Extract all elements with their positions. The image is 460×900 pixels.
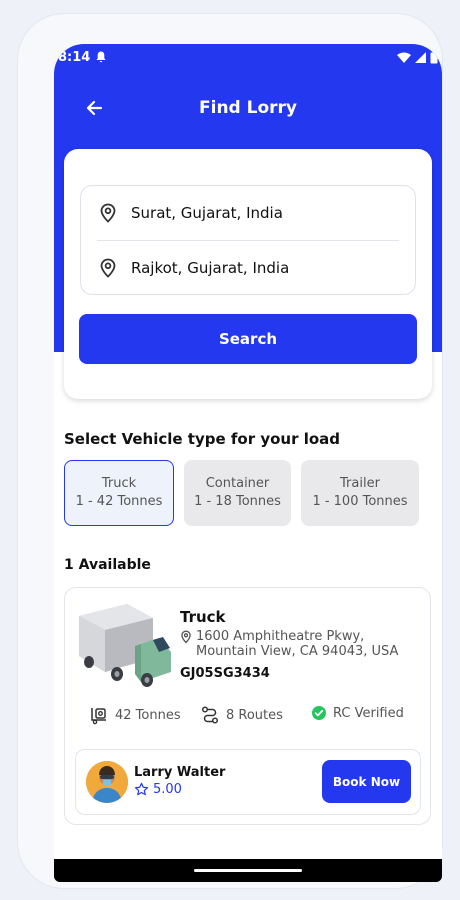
- home-indicator[interactable]: [194, 869, 302, 872]
- location-pin-icon: [181, 630, 191, 644]
- verification-stat: RC Verified: [311, 705, 404, 721]
- routes-value: 8 Routes: [226, 707, 283, 723]
- back-arrow-icon[interactable]: [80, 94, 108, 122]
- vehicle-type-trailer[interactable]: Trailer 1 - 100 Tonnes: [301, 460, 419, 526]
- vehicle-type-capacity: 1 - 42 Tonnes: [75, 494, 163, 509]
- rating-value: 5.00: [153, 782, 182, 797]
- address-line-2: Mountain View, CA 94043, USA: [196, 644, 399, 659]
- route-icon: [201, 706, 219, 724]
- location-pin-icon: [100, 203, 116, 223]
- vehicle-stats: 42 Tonnes 8 Routes RC Verified: [65, 705, 430, 729]
- status-bar: 8:14: [54, 44, 442, 70]
- vehicle-name: Truck: [180, 608, 226, 626]
- owner-panel: Larry Walter 5.00 Book Now: [75, 749, 421, 815]
- vehicle-type-name: Container: [205, 476, 270, 491]
- signal-icon: [415, 51, 426, 63]
- star-icon: [134, 782, 149, 796]
- vehicle-type-name: Truck: [101, 476, 137, 491]
- available-count: 1 Available: [64, 557, 151, 573]
- book-now-button[interactable]: Book Now: [322, 760, 411, 803]
- truck-image: [79, 604, 171, 687]
- route-input-group: Surat, Gujarat, India Rajkot, Gujarat, I…: [80, 185, 416, 295]
- address-line-1: 1600 Amphitheatre Pkwy,: [196, 629, 365, 644]
- notification-bell-icon: [96, 51, 106, 63]
- vehicle-type-truck[interactable]: Truck 1 - 42 Tonnes: [64, 460, 174, 526]
- destination-value: Rajkot, Gujarat, India: [131, 259, 290, 277]
- vehicle-type-heading: Select Vehicle type for your load: [64, 430, 341, 448]
- verification-value: RC Verified: [333, 705, 404, 721]
- owner-name: Larry Walter: [134, 765, 226, 780]
- origin-value: Surat, Gujarat, India: [131, 204, 283, 222]
- location-pin-icon: [100, 258, 116, 278]
- routes-stat: 8 Routes: [200, 705, 283, 725]
- avatar: [86, 761, 128, 803]
- search-card: Surat, Gujarat, India Rajkot, Gujarat, I…: [64, 149, 432, 399]
- vehicle-type-container[interactable]: Container 1 - 18 Tonnes: [184, 460, 291, 526]
- app-screen: 8:14 Find Lorry Surat, Gujarat, India Ra…: [54, 44, 442, 882]
- weight-scale-icon: [91, 708, 106, 725]
- status-time: 8:14: [58, 49, 91, 65]
- vehicle-type-capacity: 1 - 18 Tonnes: [194, 494, 281, 509]
- app-bar: Find Lorry: [54, 90, 442, 126]
- check-badge-icon: [312, 706, 326, 720]
- person-avatar-icon: [86, 761, 128, 803]
- wifi-icon: [397, 52, 411, 63]
- vehicle-type-capacity: 1 - 100 Tonnes: [312, 494, 408, 509]
- capacity-stat: 42 Tonnes: [89, 705, 181, 725]
- vehicle-result-card[interactable]: Truck 1600 Amphitheatre Pkwy, Mountain V…: [64, 587, 431, 825]
- owner-rating: 5.00: [134, 782, 182, 797]
- origin-field[interactable]: Surat, Gujarat, India: [81, 186, 415, 240]
- system-nav-bar: [54, 859, 442, 882]
- page-title: Find Lorry: [199, 98, 297, 118]
- battery-icon: [430, 50, 438, 63]
- destination-field[interactable]: Rajkot, Gujarat, India: [81, 241, 415, 295]
- phone-frame: 8:14 Find Lorry Surat, Gujarat, India Ra…: [18, 14, 442, 888]
- capacity-value: 42 Tonnes: [115, 707, 181, 723]
- vehicle-address: 1600 Amphitheatre Pkwy, Mountain View, C…: [179, 629, 398, 659]
- search-button[interactable]: Search: [79, 314, 417, 364]
- plate-number: GJ05SG3434: [180, 666, 270, 681]
- vehicle-type-name: Trailer: [340, 476, 380, 491]
